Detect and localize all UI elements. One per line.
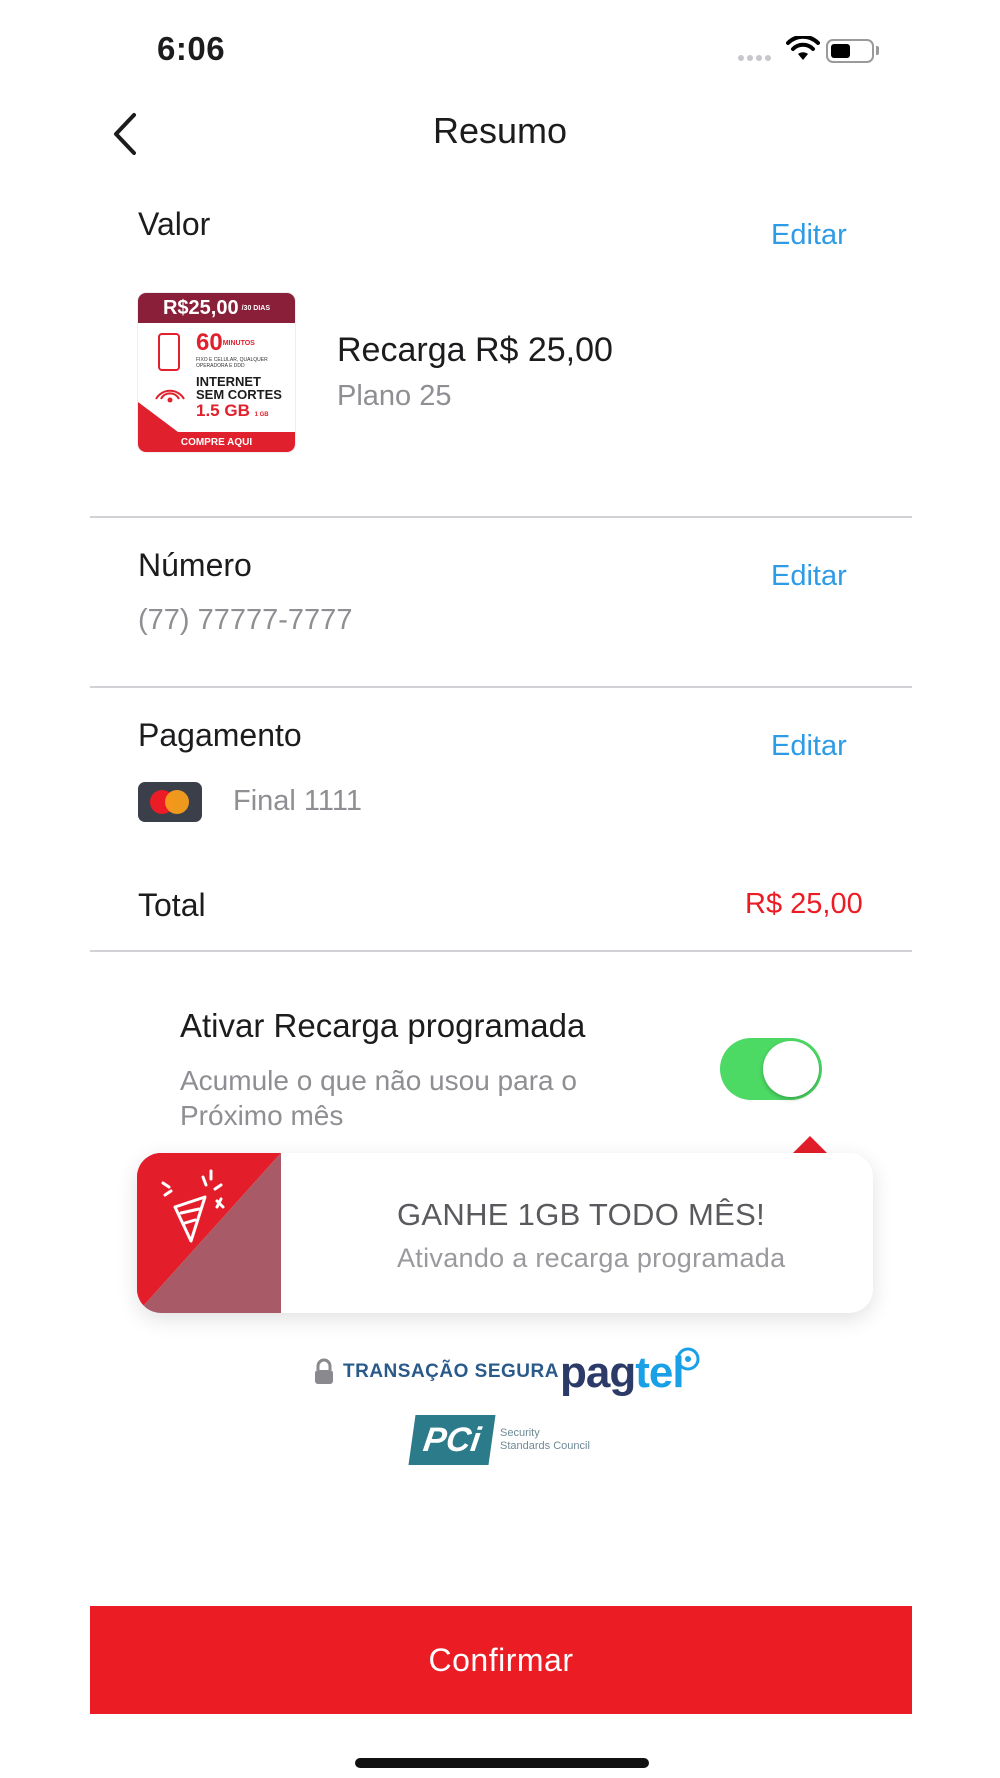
pagamento-edit-link[interactable]: Editar bbox=[771, 730, 847, 763]
mastercard-icon bbox=[138, 782, 202, 822]
valor-label: Valor bbox=[138, 206, 211, 242]
wifi-icon bbox=[786, 36, 820, 60]
pagtel-logo: pagtel bbox=[560, 1348, 685, 1397]
numero-edit-link[interactable]: Editar bbox=[771, 560, 847, 593]
promo-headline: GANHE 1GB TODO MÊS! bbox=[397, 1197, 766, 1232]
recarga-programada-toggle[interactable] bbox=[720, 1038, 822, 1100]
product-subtitle: Plano 25 bbox=[337, 380, 452, 412]
plan-card-image: R$25,00 /30 DIAS 60MINUTOS FIXO E CELULA… bbox=[138, 293, 295, 452]
page-title: Resumo bbox=[432, 110, 568, 151]
battery-icon bbox=[826, 39, 874, 63]
pagamento-label: Pagamento bbox=[138, 717, 302, 753]
product-title: Recarga R$ 25,00 bbox=[337, 331, 613, 369]
total-value: R$ 25,00 bbox=[745, 888, 863, 920]
plan-card-decor bbox=[138, 402, 178, 432]
numero-label: Número bbox=[138, 547, 252, 583]
phone-icon bbox=[158, 333, 180, 371]
valor-edit-link[interactable]: Editar bbox=[771, 219, 847, 252]
plan-card-price: R$25,00 /30 DIAS bbox=[138, 293, 295, 323]
recarga-programada-title: Ativar Recarga programada bbox=[180, 1007, 586, 1044]
home-indicator bbox=[355, 1758, 649, 1768]
total-label: Total bbox=[138, 887, 206, 923]
promo-caret bbox=[793, 1136, 827, 1153]
plan-card-data: 1.5 GB 1 GB bbox=[196, 401, 269, 420]
plan-card-minutes-desc: FIXO E CELULAR, QUALQUER OPERADORA E DDD bbox=[196, 357, 268, 369]
battery-tip bbox=[876, 46, 879, 55]
plan-card-internet: INTERNET SEM CORTES bbox=[196, 374, 282, 402]
divider bbox=[90, 516, 912, 518]
promo-subline: Ativando a recarga programada bbox=[397, 1243, 786, 1273]
plan-card-cta: COMPRE AQUI bbox=[138, 432, 295, 452]
promo-banner: GANHE 1GB TODO MÊS! Ativando a recarga p… bbox=[137, 1153, 873, 1313]
divider bbox=[90, 950, 912, 952]
recarga-programada-desc: Acumule o que não usou para o Próximo mê… bbox=[180, 1065, 577, 1131]
pci-logo: PCi Security Standards Council bbox=[408, 1415, 590, 1465]
plan-card-minutes: 60MINUTOS bbox=[196, 329, 255, 356]
party-popper-icon bbox=[161, 1169, 225, 1243]
lock-icon bbox=[315, 1358, 333, 1384]
cellular-signal-icon bbox=[738, 55, 771, 61]
card-final: Final 1111 bbox=[233, 785, 362, 817]
confirm-button[interactable]: Confirmar bbox=[90, 1606, 912, 1714]
pagtel-badge-icon bbox=[676, 1347, 700, 1371]
status-time: 6:06 bbox=[157, 30, 226, 67]
secure-transaction: TRANSAÇÃO SEGURA bbox=[313, 1358, 559, 1386]
divider bbox=[90, 686, 912, 688]
phone-number: (77) 77777-7777 bbox=[138, 604, 353, 636]
